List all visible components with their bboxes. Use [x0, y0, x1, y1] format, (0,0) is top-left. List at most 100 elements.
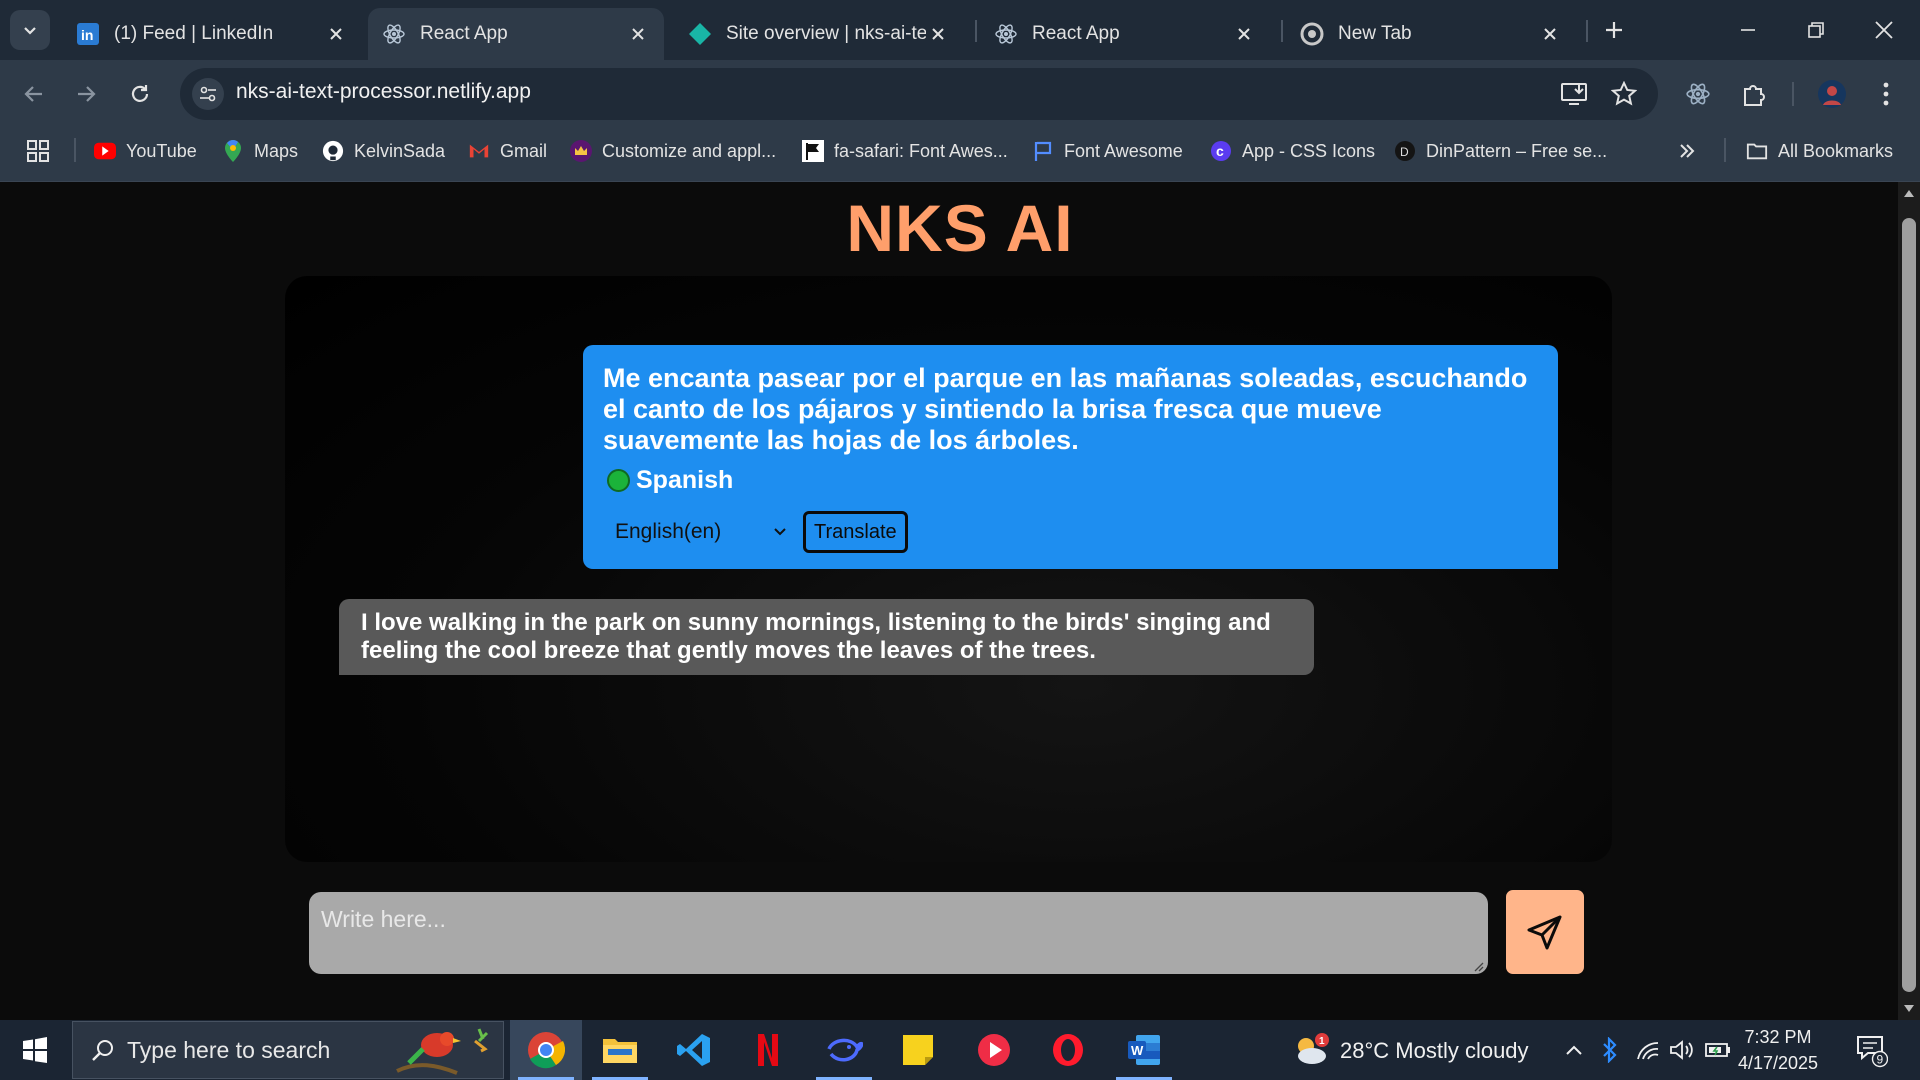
weather-text[interactable]: 28°C Mostly cloudy: [1340, 1038, 1529, 1064]
bookmark-label: KelvinSada: [354, 140, 446, 161]
taskbar-search-box[interactable]: Type here to search: [72, 1021, 504, 1079]
taskbar-deepseek[interactable]: [808, 1020, 880, 1080]
chevron-down-icon: [774, 528, 786, 536]
tab-react-app-active[interactable]: React App: [368, 8, 664, 60]
chevron-up-icon[interactable]: [1560, 1036, 1588, 1064]
more-bookmarks-button[interactable]: [1678, 136, 1696, 166]
flag-outline-icon: [1032, 140, 1054, 162]
bookmark-label: App - CSS Icons: [1242, 140, 1376, 161]
message-input[interactable]: Write here...: [309, 892, 1488, 974]
close-window-button[interactable]: [1850, 0, 1918, 60]
source-message-text: Me encanta pasear por el parque en las m…: [603, 363, 1528, 455]
bookmark-youtube[interactable]: YouTube: [94, 136, 197, 166]
react-icon: [994, 22, 1018, 46]
bookmark-css-icons[interactable]: c App - CSS Icons: [1210, 136, 1375, 166]
url-text[interactable]: nks-ai-text-processor.netlify.app: [236, 80, 531, 104]
taskbar-chrome[interactable]: [510, 1020, 582, 1080]
tab-title: Site overview | nks-ai-text: [726, 23, 926, 44]
close-icon[interactable]: [1538, 22, 1562, 46]
all-bookmarks-button[interactable]: All Bookmarks: [1746, 136, 1893, 166]
notifications-button[interactable]: 9: [1856, 1034, 1888, 1068]
taskbar-media-player[interactable]: [958, 1020, 1030, 1080]
weather-badge: 1: [1319, 1036, 1325, 1047]
close-icon[interactable]: [324, 22, 348, 46]
detected-language-label: Spanish: [636, 466, 734, 494]
close-icon[interactable]: [626, 22, 650, 46]
close-icon[interactable]: [926, 22, 950, 46]
forward-button[interactable]: [66, 74, 106, 114]
tab-new-tab[interactable]: New Tab: [1286, 8, 1576, 60]
profile-button[interactable]: [1814, 76, 1850, 112]
new-tab-button[interactable]: [1598, 14, 1630, 46]
taskbar-vscode[interactable]: [658, 1020, 730, 1080]
target-language-select[interactable]: English(en): [603, 512, 803, 552]
bookmark-label: YouTube: [126, 140, 197, 161]
apps-grid-icon: [27, 140, 49, 162]
notification-icon: 9: [1857, 1036, 1888, 1068]
taskbar-sticky-notes[interactable]: [882, 1020, 954, 1080]
bookmark-star-button[interactable]: [1606, 76, 1642, 112]
restore-button[interactable]: [1782, 0, 1850, 60]
install-app-button[interactable]: [1556, 76, 1592, 112]
tab-react-app[interactable]: React App: [980, 8, 1270, 60]
back-button[interactable]: [14, 74, 54, 114]
opera-icon: [1053, 1034, 1083, 1066]
bookmark-label: DinPattern – Free se...: [1426, 140, 1608, 161]
minimize-button[interactable]: [1714, 0, 1782, 60]
bookmark-label: Gmail: [500, 140, 548, 161]
tab-netlify[interactable]: Site overview | nks-ai-text: [674, 8, 964, 60]
react-icon: [1686, 83, 1710, 105]
maps-icon: [222, 140, 244, 162]
tab-search-button[interactable]: [10, 10, 50, 50]
scroll-down-icon[interactable]: [1902, 1002, 1916, 1016]
close-icon[interactable]: [1232, 22, 1256, 46]
close-icon: [1875, 21, 1893, 39]
chrome-menu-button[interactable]: [1868, 76, 1904, 112]
bookmark-label: All Bookmarks: [1778, 140, 1894, 161]
clock-time: 7:32 PM: [1744, 1027, 1812, 1047]
minimize-icon: [1741, 29, 1755, 31]
translate-button[interactable]: Translate: [803, 511, 908, 553]
resize-handle-icon[interactable]: [1472, 960, 1484, 972]
weather-icon[interactable]: 1: [1290, 1032, 1330, 1068]
tune-icon: [200, 86, 216, 102]
bookmark-label: fa-safari: Font Awes...: [834, 140, 1008, 161]
install-icon: [1561, 83, 1587, 105]
arrow-left-icon: [24, 86, 42, 102]
bookmark-dinpattern[interactable]: D DinPattern – Free se...: [1394, 136, 1607, 166]
volume-icon[interactable]: [1668, 1036, 1696, 1064]
bookmark-fa-safari[interactable]: fa-safari: Font Awes...: [802, 136, 1008, 166]
svg-text:D: D: [1400, 145, 1409, 159]
bluetooth-icon[interactable]: [1596, 1036, 1624, 1064]
flag-icon: [802, 140, 824, 162]
bookmark-kelvinsada[interactable]: KelvinSada: [322, 136, 445, 166]
taskbar-netflix[interactable]: [732, 1020, 804, 1080]
wifi-icon[interactable]: [1634, 1036, 1662, 1064]
taskbar-word[interactable]: W: [1108, 1020, 1180, 1080]
scroll-up-icon[interactable]: [1902, 186, 1916, 200]
apps-button[interactable]: [26, 136, 50, 166]
search-highlight-bird-icon: [396, 1028, 489, 1075]
bookmark-divider: [1724, 138, 1726, 162]
bookmark-gmail[interactable]: Gmail: [468, 136, 547, 166]
chevron-down-icon: [24, 27, 36, 35]
bookmark-font-awesome[interactable]: Font Awesome: [1032, 136, 1183, 166]
site-info-button[interactable]: [192, 78, 224, 110]
extensions-button[interactable]: [1736, 76, 1772, 112]
taskbar-clock[interactable]: 7:32 PM 4/17/2025: [1726, 1024, 1830, 1076]
tab-linkedin[interactable]: in (1) Feed | LinkedIn: [62, 8, 362, 60]
app-logo-title: NKS AI: [846, 191, 1074, 265]
bookmark-maps[interactable]: Maps: [222, 136, 298, 166]
bookmark-customize[interactable]: Customize and appl...: [570, 136, 776, 166]
start-button[interactable]: [0, 1020, 70, 1080]
netlify-icon: [688, 22, 712, 46]
taskbar-opera[interactable]: [1032, 1020, 1104, 1080]
windows-icon: [23, 1037, 47, 1063]
scroll-thumb[interactable]: [1902, 218, 1916, 992]
linkedin-icon: in: [76, 22, 100, 46]
taskbar-file-explorer[interactable]: [584, 1020, 656, 1080]
reload-button[interactable]: [120, 74, 160, 114]
tab-divider: [1586, 20, 1588, 42]
react-devtools-button[interactable]: [1680, 76, 1716, 112]
send-button[interactable]: [1503, 887, 1587, 977]
